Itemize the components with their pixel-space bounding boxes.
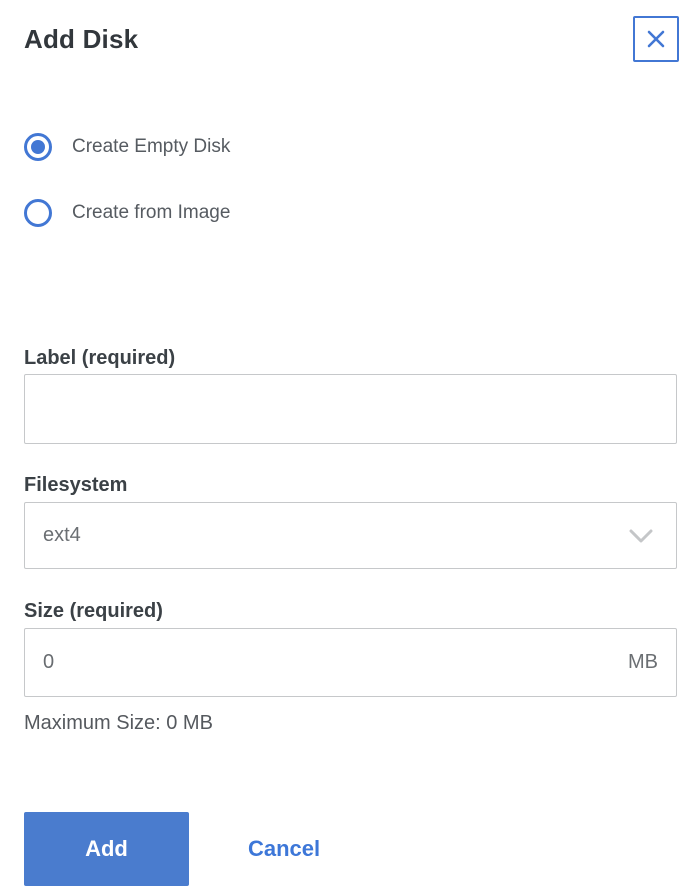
chevron-down-icon — [628, 528, 654, 544]
dialog-actions: Add Cancel — [24, 812, 679, 886]
radio-label: Create Empty Disk — [72, 136, 231, 157]
cancel-button[interactable]: Cancel — [248, 836, 320, 862]
disk-source-radio-group: Create Empty Disk Create from Image — [24, 133, 679, 227]
size-field-label: Size (required) — [24, 600, 163, 622]
label-field: Label (required) — [24, 346, 679, 444]
size-input[interactable] — [43, 651, 628, 674]
dialog-title: Add Disk — [24, 24, 139, 54]
radio-label: Create from Image — [72, 202, 231, 223]
label-input[interactable] — [24, 374, 677, 444]
radio-unselected-icon — [24, 199, 52, 227]
size-field: Size (required) MB Maximum Size: 0 MB — [24, 599, 679, 734]
size-unit-label: MB — [628, 651, 658, 673]
filesystem-selected-value: ext4 — [43, 524, 81, 546]
filesystem-field: Filesystem ext4 — [24, 473, 679, 569]
close-button[interactable] — [633, 16, 679, 62]
radio-selected-icon — [24, 133, 52, 161]
radio-create-empty-disk[interactable]: Create Empty Disk — [24, 133, 679, 161]
filesystem-field-label: Filesystem — [24, 474, 128, 496]
max-size-hint: Maximum Size: 0 MB — [24, 712, 213, 734]
close-icon — [643, 26, 669, 52]
filesystem-select[interactable]: ext4 — [24, 502, 677, 569]
add-button[interactable]: Add — [24, 812, 189, 886]
add-disk-dialog: Add Disk Create Empty Disk Create from I… — [0, 0, 694, 896]
size-input-wrapper: MB — [24, 628, 677, 697]
radio-create-from-image[interactable]: Create from Image — [24, 199, 679, 227]
label-field-label: Label (required) — [24, 347, 176, 369]
